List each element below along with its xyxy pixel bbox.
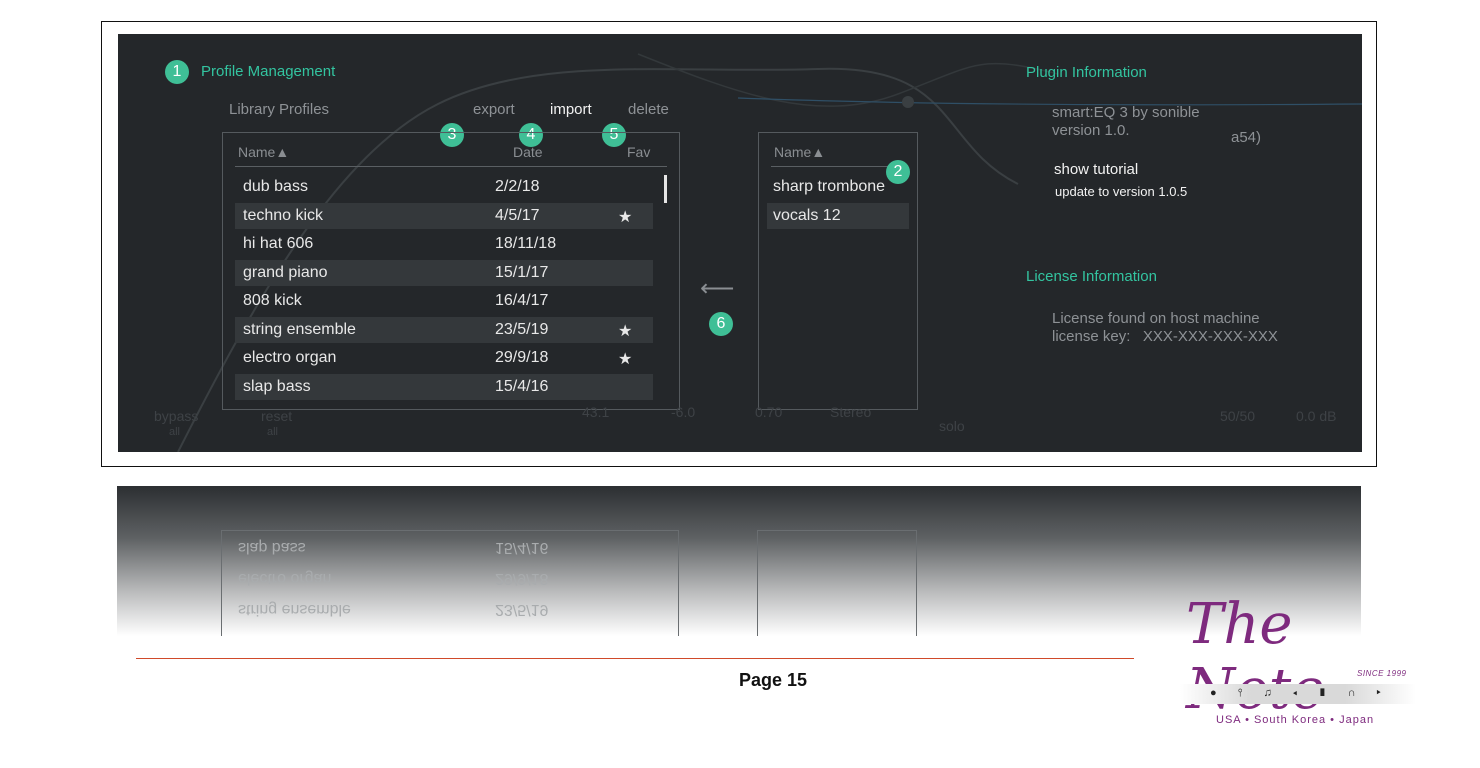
profile-date: 15/1/17 (495, 264, 549, 281)
column-header-fav[interactable]: Fav (627, 144, 650, 160)
delete-button[interactable]: delete (628, 101, 669, 118)
table-row[interactable]: grand piano 15/1/17 (235, 260, 653, 286)
page-number: Page 15 (739, 670, 808, 690)
profile-name: techno kick (243, 207, 324, 224)
list-item[interactable]: vocals 12 (767, 203, 909, 229)
license-information-title: License Information (1026, 268, 1157, 285)
bypass-button[interactable]: bypass (154, 408, 198, 424)
profile-name: slap bass (243, 378, 311, 395)
license-key-text: license key: XXX-XXX-XXX-XXX (1052, 328, 1278, 345)
library-profiles-list[interactable]: Name▲ Date Fav dub bass 2/2/18 techno ki… (222, 132, 680, 410)
profile-management-title: Profile Management (201, 63, 336, 80)
profile-name: string ensemble (243, 321, 356, 338)
export-button[interactable]: export (473, 101, 515, 118)
value-readout-1: 43.1 (582, 404, 610, 420)
profile-name: hi hat 606 (243, 235, 314, 252)
callout-badge-6: 6 (709, 312, 733, 336)
reflected-list-border (757, 530, 917, 636)
table-row[interactable]: slap bass 15/4/16 (235, 374, 653, 400)
mix-readout: 50/50 (1220, 408, 1256, 424)
transfer-arrow-icon[interactable]: ⟵ (700, 274, 734, 303)
favorite-star-icon[interactable]: ★ (618, 321, 632, 341)
plugin-name-text: smart:EQ 3 by sonible (1052, 104, 1200, 121)
value-readout-2: -6.0 (671, 404, 696, 420)
profile-name: dub bass (243, 178, 308, 195)
plugin-version-text: version 1.0. (1052, 122, 1130, 139)
plugin-build-text: a54) (1231, 129, 1262, 146)
stereo-readout: Stereo (830, 404, 872, 420)
plugin-information-title: Plugin Information (1026, 64, 1147, 81)
table-row[interactable]: hi hat 606 18/11/18 (235, 231, 653, 257)
profile-date: 29/9/18 (495, 349, 549, 366)
reflected-list-border (221, 530, 679, 636)
page-rule (136, 658, 1134, 659)
value-readout-3: 0.70 (755, 404, 783, 420)
solo-button[interactable]: solo (939, 418, 965, 434)
favorite-star-icon[interactable]: ★ (618, 349, 632, 369)
profile-date: 23/5/19 (495, 321, 549, 338)
logo-music-icons: ● ⫯ ♫ ◂ ▮ ∩ ▸ (1210, 687, 1390, 699)
column-header-name[interactable]: Name▲ (774, 144, 825, 160)
profile-date: 2/2/18 (495, 178, 540, 195)
column-header-date[interactable]: Date (513, 144, 543, 160)
plugin-profile-name: sharp trombone (773, 178, 886, 195)
gain-readout: 0.0 dB (1296, 408, 1337, 424)
list-scrollbar[interactable] (664, 175, 667, 203)
table-row[interactable]: dub bass 2/2/18 (235, 174, 653, 200)
profile-name: 808 kick (243, 292, 302, 309)
table-row[interactable]: techno kick 4/5/17 ★ (235, 203, 653, 229)
plugin-panel: 1 Profile Management Library Profiles ex… (118, 34, 1362, 452)
table-row[interactable]: 808 kick 16/4/17 (235, 288, 653, 314)
license-status-text: License found on host machine (1052, 310, 1260, 327)
screenshot-frame: 1 Profile Management Library Profiles ex… (101, 21, 1377, 467)
table-row[interactable]: electro organ 29/9/18 ★ (235, 345, 653, 371)
update-link[interactable]: update to version 1.0.5 (1055, 184, 1187, 199)
profile-date: 4/5/17 (495, 207, 540, 224)
callout-badge-2: 2 (886, 160, 910, 184)
import-button[interactable]: import (550, 101, 592, 118)
logo-tagline: USA • South Korea • Japan (1216, 714, 1375, 726)
favorite-star-icon[interactable]: ★ (618, 207, 632, 227)
logo-since: SINCE 1999 (1357, 669, 1407, 678)
reset-button[interactable]: reset (261, 408, 292, 424)
bypass-sub-label: all (169, 426, 181, 438)
profile-name: electro organ (243, 349, 337, 366)
profile-date: 18/11/18 (495, 235, 557, 252)
plugin-profile-name: vocals 12 (773, 207, 841, 224)
header-divider (235, 166, 667, 167)
profile-name: grand piano (243, 264, 328, 281)
show-tutorial-link[interactable]: show tutorial (1054, 161, 1138, 178)
profile-date: 16/4/17 (495, 292, 549, 309)
column-header-name[interactable]: Name▲ (238, 144, 289, 160)
reset-sub-label: all (267, 426, 279, 438)
library-profiles-label: Library Profiles (229, 101, 330, 118)
the-note-logo: The Note SINCE 1999 ● ⫯ ♫ ◂ ▮ ∩ ▸ USA • … (1150, 590, 1430, 740)
table-row[interactable]: string ensemble 23/5/19 ★ (235, 317, 653, 343)
callout-badge-1: 1 (165, 60, 189, 84)
profile-date: 15/4/16 (495, 378, 549, 395)
